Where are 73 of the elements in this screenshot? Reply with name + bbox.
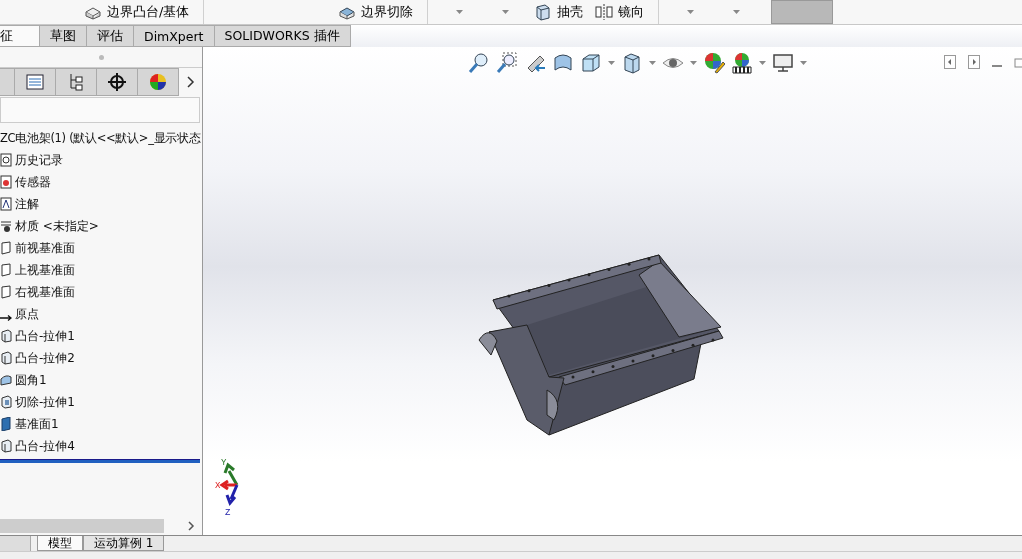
monitor-icon[interactable] xyxy=(772,52,794,74)
ribbon-preview-swatch xyxy=(771,0,834,24)
tree-item[interactable]: 凸台-拉伸4 xyxy=(15,437,75,455)
caret-icon[interactable] xyxy=(759,60,766,66)
panel-tab[interactable] xyxy=(97,68,138,96)
caret-icon[interactable] xyxy=(690,60,697,66)
tree-item[interactable]: 历史记录 xyxy=(15,151,63,169)
axis-label: Z xyxy=(225,508,231,517)
caret-icon[interactable] xyxy=(608,60,615,66)
tree-item[interactable]: 基准面1 xyxy=(15,415,59,433)
z-axis-arrow xyxy=(225,483,239,506)
property-list-icon xyxy=(26,74,44,90)
caret-icon[interactable] xyxy=(800,60,807,66)
command-tab[interactable]: 草图 xyxy=(40,25,87,47)
chevron-right-icon[interactable] xyxy=(186,76,195,88)
axis-label: Y xyxy=(221,458,227,468)
fillet-icon xyxy=(0,373,12,387)
bottom-tab[interactable]: 模型 xyxy=(37,536,83,551)
graphics-viewport[interactable]: Y X Z xyxy=(203,47,1022,535)
panel-tab[interactable] xyxy=(138,68,179,96)
view-orientation-cube-icon[interactable] xyxy=(580,52,602,74)
tree-item[interactable]: 前视基准面 xyxy=(15,239,75,257)
reference-plane-icon xyxy=(0,417,12,431)
command-tab[interactable]: 评估 xyxy=(87,25,134,47)
tree-item[interactable]: 圆角1 xyxy=(15,371,47,389)
material-icon xyxy=(0,219,12,233)
ribbon-button[interactable]: 边界切除 xyxy=(332,1,420,23)
tree-item[interactable]: 上视基准面 xyxy=(15,261,75,279)
mirror-icon xyxy=(595,3,614,21)
tree-item[interactable]: 切除-拉伸1 xyxy=(15,393,75,411)
tree-item[interactable]: 原点 xyxy=(15,305,39,323)
tree-root-label[interactable]: ZC电池架(1) (默认<<默认>_显示状态 xyxy=(0,127,202,149)
scrollbar-thumb[interactable] xyxy=(0,518,164,533)
ribbon-button[interactable]: 镜向 xyxy=(589,1,651,23)
tree-item[interactable]: 传感器 xyxy=(15,173,51,191)
display-style-cube-icon[interactable] xyxy=(621,52,643,74)
tree-item[interactable]: 右视基准面 xyxy=(15,283,75,301)
extrude-icon xyxy=(0,439,12,453)
section-view-icon[interactable] xyxy=(552,52,574,74)
origin-arrow-icon xyxy=(0,315,12,321)
caret-icon[interactable] xyxy=(732,9,740,15)
caret-icon[interactable] xyxy=(686,9,694,15)
scene-icon[interactable] xyxy=(731,52,753,74)
crosshair-icon xyxy=(108,73,126,91)
tree-item[interactable]: 凸台-拉伸1 xyxy=(15,327,75,345)
command-tab[interactable]: DimXpert xyxy=(134,25,215,47)
zoom-area-icon[interactable] xyxy=(496,52,518,74)
next-pane-icon[interactable] xyxy=(968,55,980,69)
tree-item[interactable]: 凸台-拉伸2 xyxy=(15,349,75,367)
appearance-ball-icon xyxy=(149,73,167,91)
panel-grip-dot[interactable] xyxy=(98,54,104,60)
bottom-tab[interactable]: 运动算例 1 xyxy=(83,536,165,551)
caret-icon[interactable] xyxy=(649,60,656,66)
command-tab[interactable]: 征 xyxy=(0,25,40,47)
chevron-right-icon[interactable] xyxy=(188,520,196,531)
caret-icon[interactable] xyxy=(455,9,463,15)
zoom-to-fit-icon[interactable] xyxy=(468,52,490,74)
ribbon-button[interactable]: 抽壳 xyxy=(528,1,590,23)
caret-icon[interactable] xyxy=(501,9,509,15)
ribbon-button[interactable]: 边界凸台/基体 xyxy=(78,1,196,23)
extrude-icon xyxy=(0,329,12,343)
edit-appearance-icon[interactable] xyxy=(703,52,725,74)
configuration-tree-icon xyxy=(68,73,84,91)
tree-item[interactable]: 注解 xyxy=(15,195,39,213)
tree-item[interactable]: 材质 <未指定> xyxy=(15,217,99,235)
cut-extrude-icon xyxy=(0,395,12,409)
x-axis-arrow xyxy=(219,479,239,491)
command-tab[interactable]: SOLIDWORKS 插件 xyxy=(214,25,351,47)
axis-label: X xyxy=(215,481,221,491)
extrude-icon xyxy=(0,351,12,365)
shell-box-icon xyxy=(534,3,553,21)
previous-pane-icon[interactable] xyxy=(944,55,956,69)
filter-field[interactable] xyxy=(0,97,200,123)
